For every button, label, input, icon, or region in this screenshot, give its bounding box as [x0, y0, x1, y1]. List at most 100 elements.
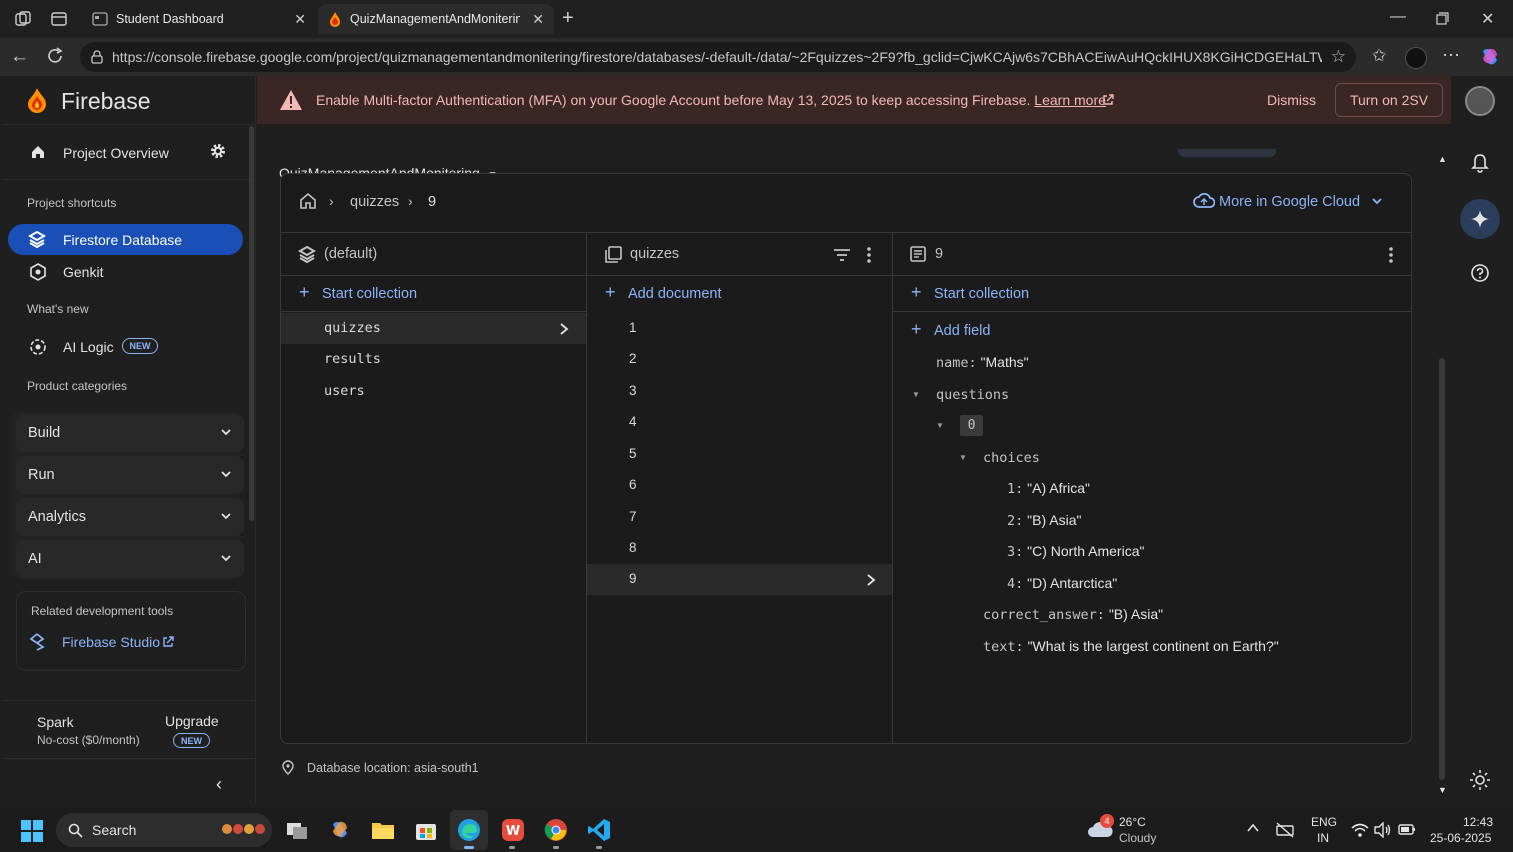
close-tab-icon[interactable]: ✕	[294, 11, 306, 28]
nav-firestore-database[interactable]: Firestore Database	[8, 224, 243, 255]
brand-name[interactable]: Firebase	[61, 88, 150, 115]
more-vert-icon[interactable]	[866, 246, 872, 264]
volume-icon[interactable]	[1374, 822, 1392, 838]
turn-on-2sv-button[interactable]: Turn on 2SV	[1335, 83, 1443, 117]
upgrade-button[interactable]: Upgrade	[165, 713, 219, 729]
help-icon[interactable]	[1470, 263, 1490, 283]
document-item[interactable]: 1	[587, 313, 892, 344]
breadcrumb-document[interactable]: 9	[428, 194, 436, 210]
external-link-icon[interactable]	[162, 636, 174, 648]
field-name[interactable]: name: "Maths"	[936, 354, 1029, 371]
sidebar-scrollbar[interactable]	[249, 126, 254, 521]
choice-item[interactable]: 4: "D) Antarctica"	[1007, 575, 1117, 592]
nav-genkit[interactable]: Genkit	[63, 264, 103, 280]
settings-gear-icon[interactable]	[209, 142, 227, 160]
back-icon[interactable]: ←	[10, 46, 29, 68]
minimize-icon[interactable]: —	[1390, 8, 1406, 26]
theme-toggle-icon[interactable]	[1469, 769, 1491, 791]
more-vert-icon[interactable]	[1388, 246, 1394, 264]
collection-item[interactable]: results	[281, 344, 586, 375]
document-item[interactable]: 8	[587, 533, 892, 564]
start-collection-button[interactable]: + Start collection	[281, 276, 586, 312]
document-item[interactable]: 4	[587, 407, 892, 438]
battery-icon[interactable]	[1398, 822, 1416, 836]
profile-icon[interactable]	[1405, 47, 1427, 69]
choice-item[interactable]: 2: "B) Asia"	[1007, 512, 1081, 529]
group-build[interactable]: Build	[16, 414, 244, 452]
clock-time[interactable]: 12:43	[1463, 815, 1493, 829]
learn-more-link[interactable]: Learn more	[1034, 92, 1106, 108]
document-item[interactable]: 3	[587, 376, 892, 407]
copilot-icon[interactable]	[1479, 46, 1501, 68]
field-choices[interactable]: choices	[983, 449, 1040, 466]
copilot-app-icon[interactable]	[329, 819, 351, 841]
refresh-icon[interactable]	[45, 46, 65, 66]
close-window-icon[interactable]: ✕	[1481, 9, 1494, 29]
wps-office-icon[interactable]: W	[501, 818, 525, 842]
field-text[interactable]: text: "What is the largest continent on …	[983, 638, 1279, 655]
language-code[interactable]: ENG	[1311, 815, 1337, 829]
external-link-icon[interactable]	[1102, 94, 1114, 106]
file-explorer-icon[interactable]	[371, 820, 395, 840]
vscode-icon[interactable]	[587, 818, 611, 842]
choice-item[interactable]: 1: "A) Africa"	[1007, 480, 1090, 497]
firebase-studio-link[interactable]: Firebase Studio	[62, 634, 160, 650]
breadcrumb-quizzes[interactable]: quizzes	[350, 194, 399, 210]
array-index-chip[interactable]: 0	[960, 415, 983, 436]
document-item[interactable]: 5	[587, 439, 892, 470]
close-tab-icon[interactable]: ✕	[532, 11, 544, 28]
task-view-icon[interactable]	[286, 819, 308, 841]
document-item[interactable]: 2	[587, 344, 892, 375]
dismiss-button[interactable]: Dismiss	[1267, 92, 1316, 108]
group-ai[interactable]: AI	[16, 540, 244, 578]
collapse-triangle-icon[interactable]: ▼	[936, 421, 944, 430]
edge-browser-icon[interactable]	[457, 818, 481, 842]
chevron-down-icon[interactable]	[1371, 195, 1383, 207]
vertical-tabs-icon[interactable]	[50, 10, 68, 28]
collapse-triangle-icon[interactable]: ▼	[912, 390, 920, 399]
clock-date[interactable]: 25-06-2025	[1430, 831, 1491, 845]
chrome-icon[interactable]	[544, 818, 568, 842]
scroll-up-arrow-icon[interactable]: ▲	[1438, 154, 1447, 164]
maximize-icon[interactable]	[1436, 12, 1449, 25]
new-tab-icon[interactable]: +	[562, 7, 574, 30]
language-region[interactable]: IN	[1317, 831, 1329, 845]
document-item[interactable]: 9	[587, 564, 892, 595]
document-item[interactable]: 6	[587, 470, 892, 501]
add-field-button[interactable]: + Add field	[893, 313, 1411, 349]
collapse-sidebar-icon[interactable]: ‹	[216, 774, 222, 795]
group-run[interactable]: Run	[16, 456, 244, 494]
nav-ai-logic[interactable]: AI Logic	[63, 339, 114, 355]
field-questions[interactable]: questions	[936, 386, 1009, 403]
network-off-icon[interactable]	[1275, 822, 1295, 838]
more-in-google-cloud-button[interactable]: More in Google Cloud	[1219, 194, 1360, 210]
main-scrollbar[interactable]	[1439, 358, 1445, 780]
avatar[interactable]	[1465, 86, 1495, 116]
notifications-bell-icon[interactable]	[1470, 153, 1490, 173]
site-info-icon[interactable]	[90, 50, 104, 64]
project-overview-link[interactable]: Project Overview	[63, 145, 169, 161]
gemini-assist-button[interactable]	[1460, 199, 1500, 239]
scroll-down-arrow-icon[interactable]: ▼	[1438, 785, 1447, 795]
field-correct-answer[interactable]: correct_answer: "B) Asia"	[983, 606, 1163, 623]
taskbar-search[interactable]: Search	[56, 813, 272, 847]
tab-firebase-console[interactable]: QuizManagementAndMonitering ✕	[318, 4, 554, 34]
group-analytics[interactable]: Analytics	[16, 498, 244, 536]
chevron-up-icon[interactable]	[1246, 822, 1260, 834]
url-input[interactable]: https://console.firebase.google.com/proj…	[80, 42, 1356, 72]
favorites-icon[interactable]: ✩	[1372, 46, 1386, 66]
tab-student-dashboard[interactable]: Student Dashboard ✕	[82, 4, 316, 34]
document-item[interactable]: 7	[587, 502, 892, 533]
choice-item[interactable]: 3: "C) North America"	[1007, 543, 1144, 560]
wifi-icon[interactable]	[1351, 822, 1369, 838]
filter-icon[interactable]	[833, 248, 851, 262]
start-subcollection-button[interactable]: + Start collection	[893, 276, 1411, 312]
more-menu-icon[interactable]: ⋯	[1442, 45, 1460, 66]
windows-start-icon[interactable]	[21, 820, 43, 842]
home-icon[interactable]	[299, 192, 317, 210]
collection-item[interactable]: quizzes	[281, 313, 586, 344]
collection-item[interactable]: users	[281, 376, 586, 407]
collapse-triangle-icon[interactable]: ▼	[959, 453, 967, 462]
favorite-star-icon[interactable]: ☆	[1331, 47, 1346, 67]
firebase-logo-icon[interactable]	[26, 87, 48, 113]
